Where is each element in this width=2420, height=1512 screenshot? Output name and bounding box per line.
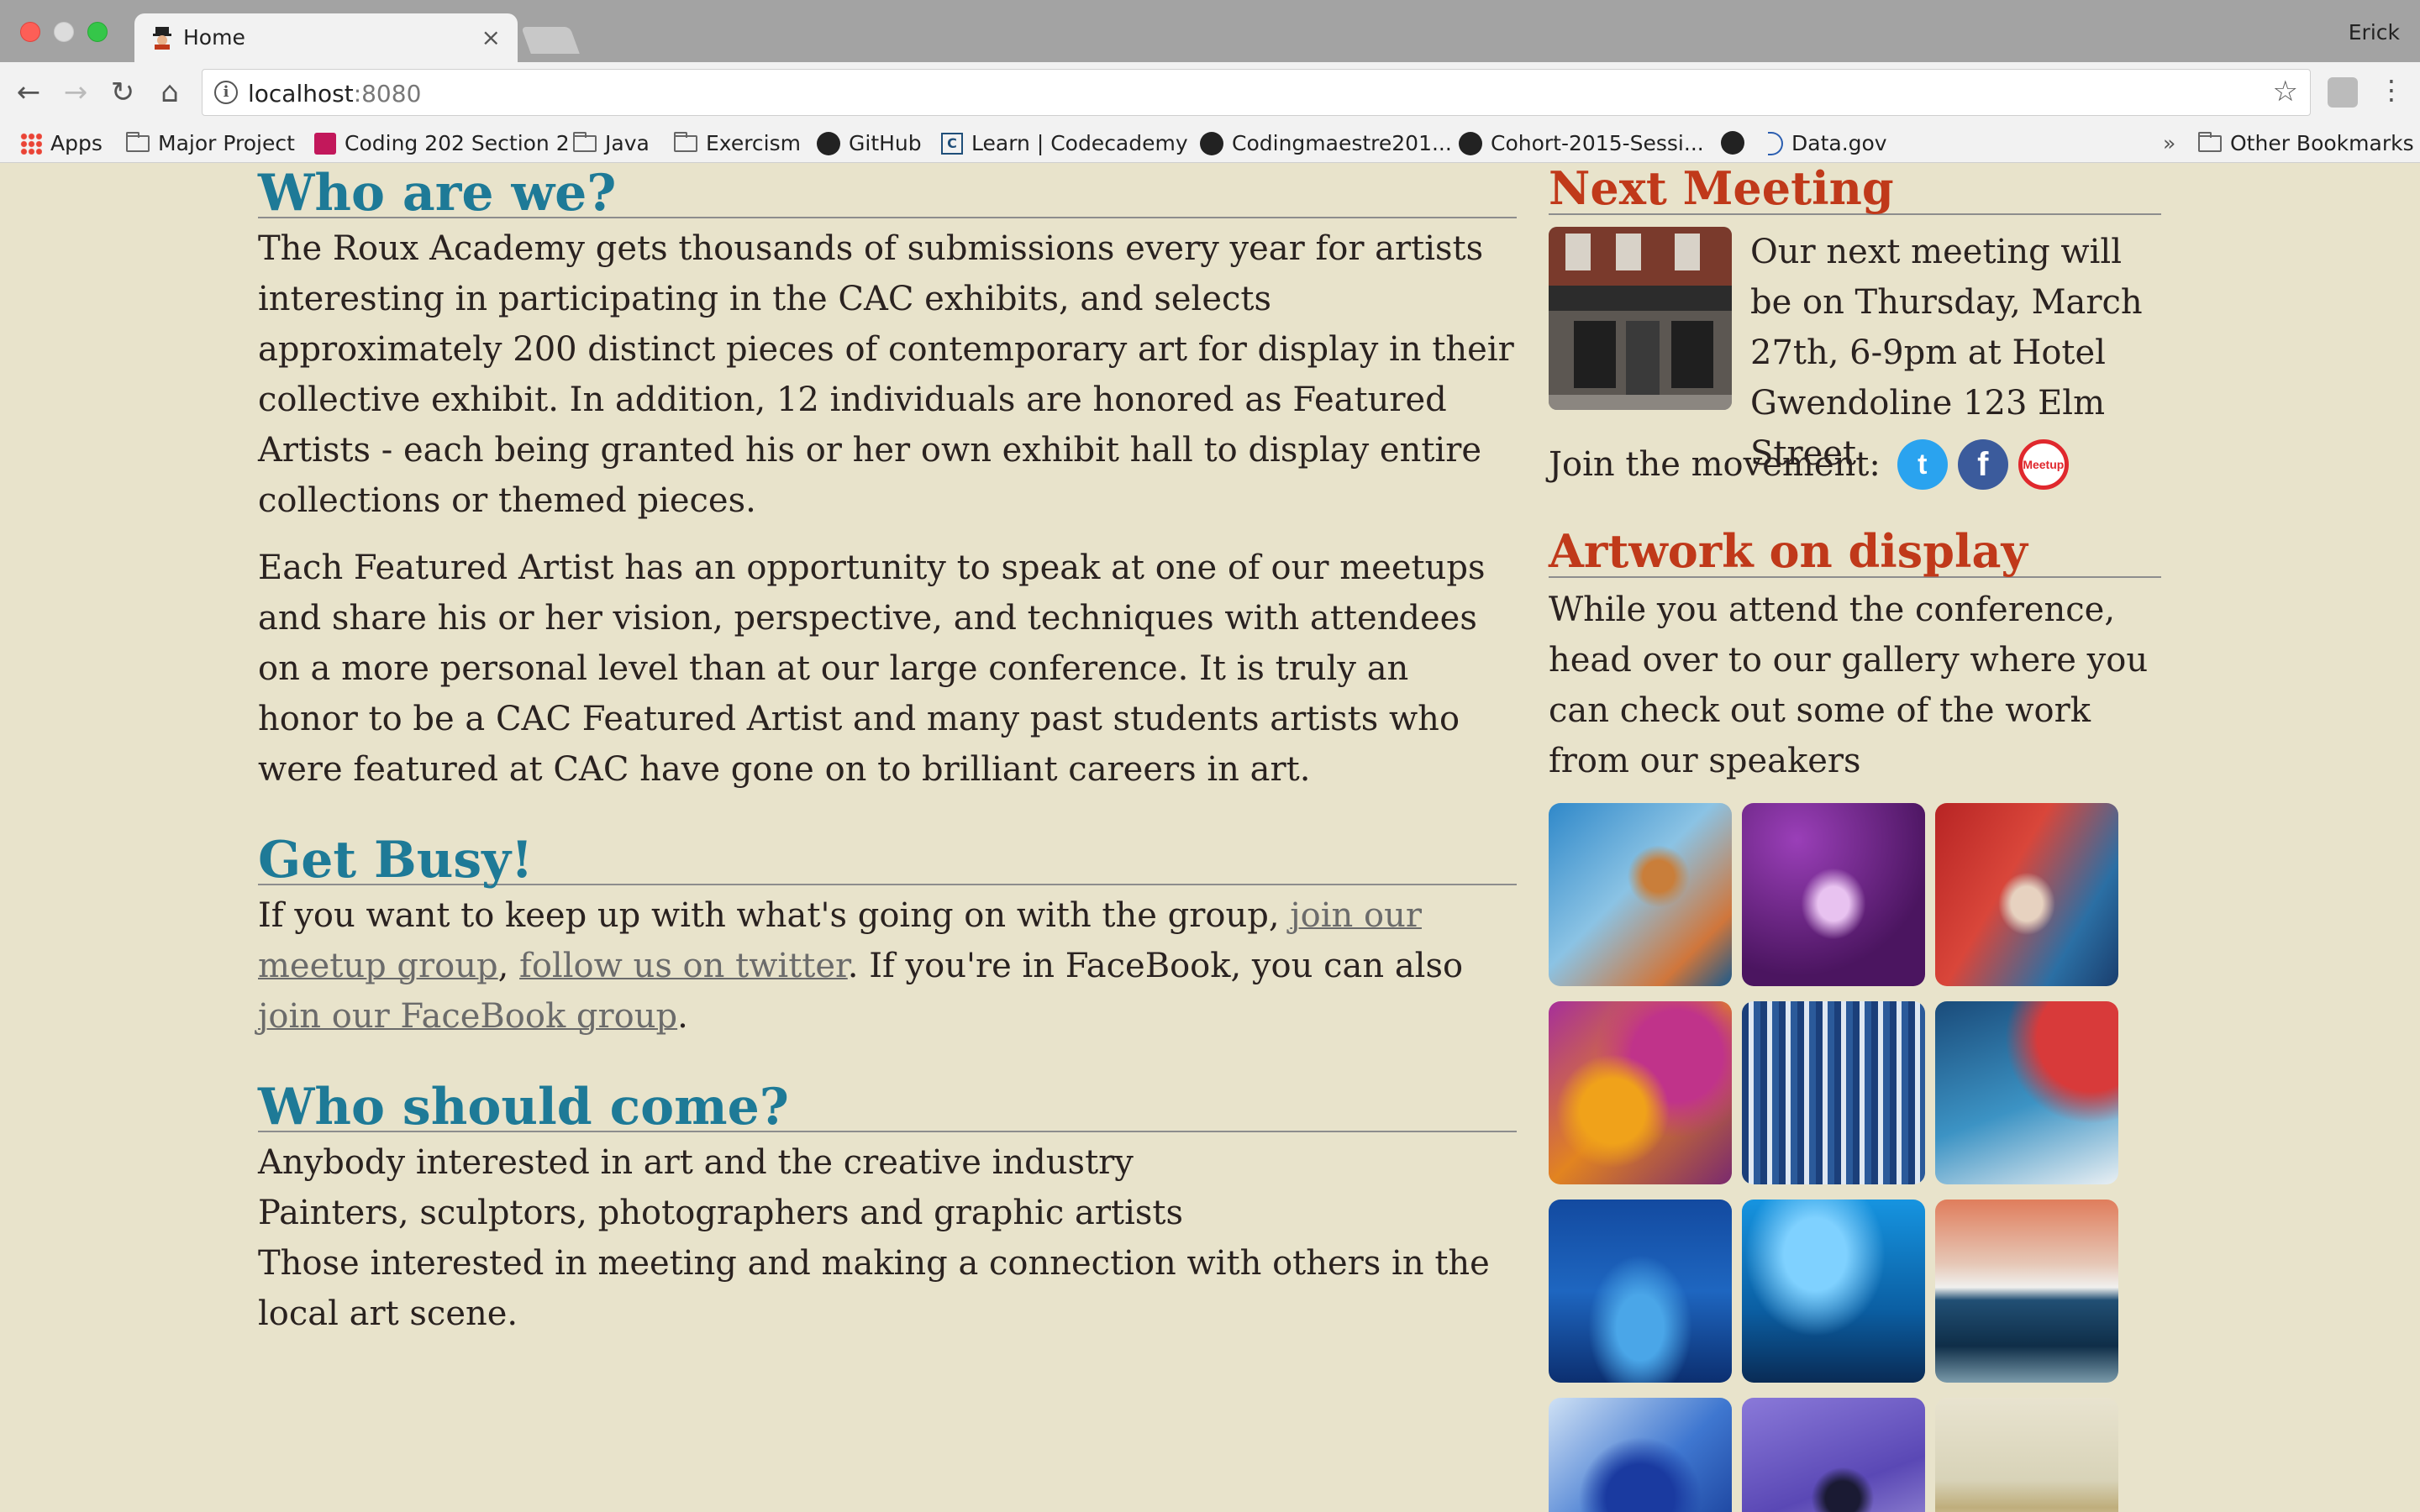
audience-line: Painters, sculptors, photographers and g… [258, 1194, 1183, 1232]
browser-tab-home[interactable]: Home × [134, 13, 518, 64]
bookmark-label: Major Project [158, 131, 295, 155]
bookmark-github-unlabeled[interactable] [1721, 131, 1744, 155]
artwork-thumb-blue-drips[interactable] [1742, 1001, 1925, 1184]
home-icon[interactable]: ⌂ [153, 76, 187, 109]
bookmark-major-project[interactable]: Major Project [126, 131, 295, 155]
bookmark-label: Apps [50, 131, 103, 155]
facebook-group-link[interactable]: join our FaceBook group [258, 997, 677, 1036]
reload-icon[interactable]: ↻ [106, 76, 139, 109]
github-icon [1200, 131, 1223, 155]
browser-titlebar: Home × Erick [0, 0, 2420, 64]
artwork-heading: Artwork on display [1549, 524, 2161, 578]
get-busy-text: . [677, 997, 688, 1036]
info-icon[interactable]: i [214, 81, 238, 104]
browser-menu-icon[interactable]: ⋮ [2378, 74, 2405, 106]
folder-icon [126, 131, 150, 152]
artwork-text: While you attend the conference, head ov… [1549, 591, 2149, 780]
folder-icon [573, 131, 597, 152]
bookmark-apps[interactable]: Apps [20, 131, 103, 155]
url-port: :8080 [353, 80, 422, 108]
bookmark-label: Other Bookmarks [2230, 131, 2414, 155]
github-icon [1459, 131, 1482, 155]
get-busy-text: , [497, 947, 520, 985]
tab-title: Home [183, 25, 245, 50]
artwork-thumb-blue-texture[interactable] [1549, 1398, 1732, 1512]
artwork-thumb-floral[interactable] [1549, 1001, 1732, 1184]
forward-arrow-icon[interactable]: → [59, 76, 92, 109]
who-are-we-paragraph-2: Each Featured Artist has an opportunity … [258, 549, 1486, 789]
artwork-thumb-cyan-swirl[interactable] [1742, 1200, 1925, 1383]
folder-icon [2198, 131, 2222, 152]
minimize-window-button[interactable] [54, 22, 74, 42]
artwork-gallery [1549, 803, 2161, 1512]
who-are-we-paragraph-1: The Roux Academy gets thousands of submi… [258, 229, 1514, 520]
bookmark-label: Exercism [706, 131, 802, 155]
bookmark-label: Learn | Codecademy [971, 131, 1188, 155]
roux-favicon-icon [153, 27, 171, 50]
browser-toolbar: ← → ↻ ⌂ i localhost:8080 ☆ ⋮ [0, 62, 2420, 124]
sidebar: Next Meeting Our next meeting will be on… [1549, 163, 2161, 1512]
artwork-thumb-purple-drop[interactable] [1742, 803, 1925, 986]
who-should-come-list: Anybody interested in art and the creati… [258, 1137, 1517, 1339]
main-column: Who are we? The Roux Academy gets thousa… [258, 163, 1517, 1339]
bookmark-codingmaestre[interactable]: Codingmaestre201... [1200, 131, 1452, 155]
get-busy-text: If you want to keep up with what's going… [258, 896, 1291, 935]
get-busy-paragraph: If you want to keep up with what's going… [258, 890, 1517, 1042]
close-tab-icon[interactable]: × [481, 24, 501, 51]
artwork-thumb-seascape[interactable] [1935, 1200, 2118, 1383]
artwork-thumb-violet-strokes[interactable] [1742, 1398, 1925, 1512]
bookmarks-overflow-chevron[interactable]: » [2163, 131, 2175, 155]
audience-line: Anybody interested in art and the creati… [258, 1143, 1134, 1182]
artwork-thumb-pale-horizon[interactable] [1935, 1398, 2118, 1512]
profile-name[interactable]: Erick [2349, 20, 2400, 45]
datagov-icon [1768, 131, 1783, 155]
bookmark-cohort-2015[interactable]: Cohort-2015-Sessi... [1459, 131, 1704, 155]
get-busy-text: . If you're in FaceBook, you can also [847, 947, 1464, 985]
who-should-come-heading: Who should come? [258, 1077, 1517, 1137]
bookmark-github[interactable]: GitHub [817, 131, 922, 155]
github-icon [1721, 131, 1744, 155]
zoom-window-button[interactable] [87, 22, 108, 42]
address-bar[interactable]: i localhost:8080 ☆ [202, 69, 2311, 116]
twitter-link[interactable]: follow us on twitter [519, 947, 848, 985]
bookmark-learn-codecademy[interactable]: C Learn | Codecademy [941, 131, 1188, 155]
bookmark-star-icon[interactable]: ☆ [2273, 75, 2298, 108]
next-meeting-block: Our next meeting will be on Thursday, Ma… [1549, 227, 2161, 473]
extension-icon[interactable] [2328, 77, 2358, 108]
url-host: localhost [248, 80, 354, 108]
bookmark-java[interactable]: Java [573, 131, 650, 155]
github-icon [817, 131, 840, 155]
next-meeting-heading: Next Meeting [1549, 163, 2161, 215]
bookmark-other-bookmarks[interactable]: Other Bookmarks [2198, 131, 2414, 155]
folder-icon [674, 131, 697, 152]
get-busy-heading: Get Busy! [258, 830, 1517, 890]
address-url: localhost:8080 [248, 80, 421, 108]
bookmark-label: Cohort-2015-Sessi... [1491, 131, 1704, 155]
artwork-thumb-blue-glass[interactable] [1549, 803, 1732, 986]
bookmark-label: Java [605, 131, 650, 155]
artwork-thumb-red-blue-paint[interactable] [1935, 1001, 2118, 1184]
bookmark-label: Coding 202 Section 2 [345, 131, 570, 155]
hotel-photo [1549, 227, 1732, 410]
bookmark-data-gov[interactable]: Data.gov [1768, 131, 1887, 155]
bookmark-label: GitHub [849, 131, 922, 155]
new-tab-button[interactable] [521, 27, 580, 54]
audience-line: Those interested in meeting and making a… [258, 1244, 1490, 1333]
artwork-thumb-red-figure[interactable] [1935, 803, 2118, 986]
apps-grid-icon [20, 132, 42, 155]
artwork-thumb-blue-wave[interactable] [1549, 1200, 1732, 1383]
back-arrow-icon[interactable]: ← [12, 76, 45, 109]
next-meeting-text: Our next meeting will be on Thursday, Ma… [1750, 233, 2143, 473]
bookmark-exercism[interactable]: Exercism [674, 131, 801, 155]
bookmark-label: Data.gov [1791, 131, 1887, 155]
bookmark-coding-202[interactable]: Coding 202 Section 2 [314, 131, 570, 155]
close-window-button[interactable] [20, 22, 40, 42]
page-content: Who are we? The Roux Academy gets thousa… [0, 163, 2420, 1512]
codecademy-icon [314, 132, 336, 155]
who-are-we-heading: Who are we? [258, 163, 1517, 223]
bookmarks-bar: Apps Major Project Coding 202 Section 2 … [0, 124, 2420, 163]
bookmark-label: Codingmaestre201... [1232, 131, 1452, 155]
codecademy-icon: C [941, 132, 963, 155]
